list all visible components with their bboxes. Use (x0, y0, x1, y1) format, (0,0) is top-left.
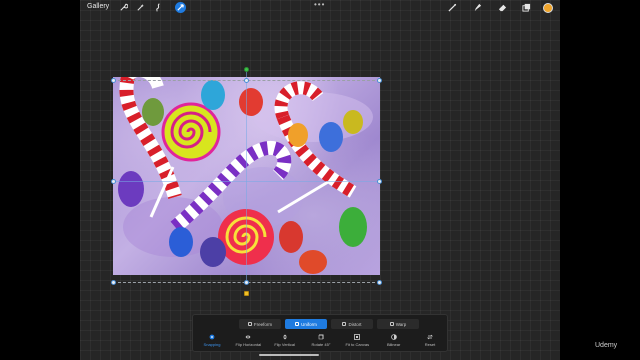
snapping-button[interactable]: Snapping (197, 334, 227, 347)
handle-bottom-left[interactable] (111, 280, 116, 285)
uniform-icon (295, 322, 300, 326)
handle-middle-left[interactable] (111, 179, 116, 184)
center-guide-horizontal (113, 181, 380, 182)
eraser-icon[interactable] (497, 2, 508, 13)
mode-distort[interactable]: Distort (331, 319, 373, 329)
warp-icon (389, 322, 394, 326)
transform-action-row: Snapping Flip Horizontal Flip Vertical R… (197, 334, 445, 347)
bilinear-icon (390, 334, 397, 340)
smudge-icon[interactable] (472, 2, 483, 13)
distort-icon (342, 322, 347, 326)
transform-toolbar: Freeform Uniform Distort Warp Snapping F… (192, 314, 448, 352)
lollipop-top (161, 102, 221, 162)
more-options-icon[interactable]: ••• (314, 0, 325, 9)
udemy-watermark: Udemy (595, 342, 618, 349)
transform-arrow-icon[interactable] (175, 2, 186, 13)
reset-button[interactable]: Reset (415, 334, 445, 347)
mode-warp[interactable]: Warp (377, 319, 419, 329)
snapping-icon (209, 334, 215, 340)
home-indicator (259, 354, 319, 356)
flip-vertical-button[interactable]: Flip Vertical (270, 334, 300, 347)
center-guide-vertical (246, 70, 247, 282)
snap-pivot-handle[interactable] (244, 291, 249, 296)
handle-middle-right[interactable] (377, 179, 382, 184)
handle-bottom-right[interactable] (377, 280, 382, 285)
brush-icon[interactable] (447, 2, 458, 13)
rotate-icon (318, 334, 324, 340)
magic-wand-icon[interactable] (135, 2, 146, 13)
selection-icon[interactable] (153, 2, 164, 13)
top-toolbar: Gallery ••• (80, 0, 560, 15)
handle-top-center[interactable] (244, 78, 249, 83)
flip-horizontal-button[interactable]: Flip Horizontal (233, 334, 263, 347)
gallery-button[interactable]: Gallery (87, 3, 109, 10)
freeform-icon (247, 322, 252, 326)
handle-top-right[interactable] (377, 78, 382, 83)
procreate-app: Gallery ••• Freeform Uniform Distort War… (80, 0, 560, 360)
transform-mode-row: Freeform Uniform Distort Warp (239, 319, 419, 329)
mode-uniform[interactable]: Uniform (285, 319, 327, 329)
flip-horizontal-icon (245, 334, 251, 340)
flip-vertical-icon (282, 334, 288, 340)
fit-to-canvas-icon (354, 334, 361, 340)
handle-bottom-center[interactable] (244, 280, 249, 285)
bilinear-button[interactable]: Bilinear (379, 334, 409, 347)
reset-icon (427, 334, 433, 340)
handle-top-left[interactable] (111, 78, 116, 83)
layers-icon[interactable] (521, 2, 532, 13)
fit-to-canvas-button[interactable]: Fit to Canvas (342, 334, 372, 347)
wrench-icon[interactable] (118, 2, 129, 13)
color-swatch-icon[interactable] (543, 3, 553, 13)
rotation-handle[interactable] (244, 67, 249, 72)
rotate-45-button[interactable]: Rotate 45° (306, 334, 336, 347)
mode-freeform[interactable]: Freeform (239, 319, 281, 329)
